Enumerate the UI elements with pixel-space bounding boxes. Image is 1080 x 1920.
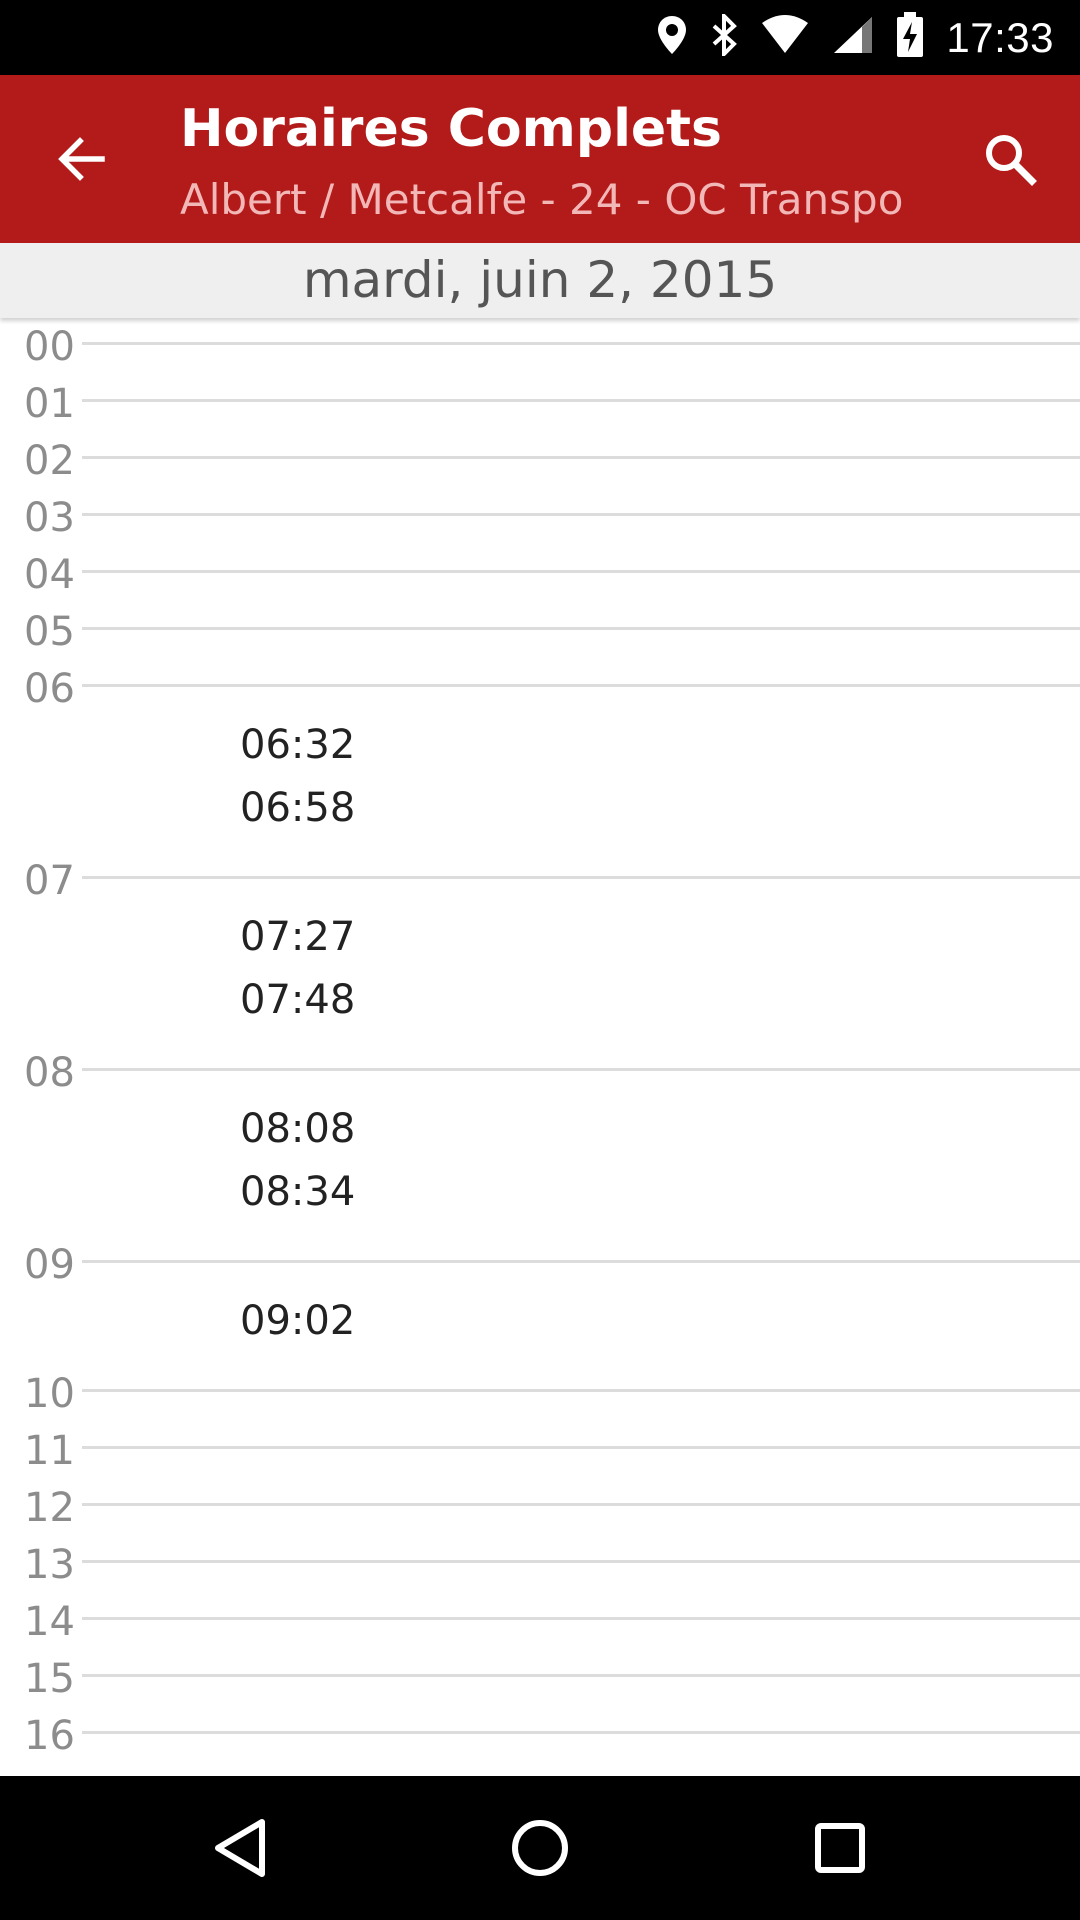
nav-home-button[interactable]: [498, 1806, 582, 1890]
location-icon: [656, 14, 688, 61]
departure-time[interactable]: 08:34: [240, 1169, 355, 1215]
departure-time[interactable]: 07:27: [240, 914, 355, 960]
departure-time[interactable]: 06:58: [240, 785, 355, 831]
departure-time[interactable]: 06:32: [240, 722, 355, 768]
hour-divider: [82, 1731, 1080, 1734]
hour-label: 04: [24, 552, 75, 598]
departure-time[interactable]: 09:02: [240, 1298, 355, 1344]
hour-divider: [82, 1674, 1080, 1677]
hour-row: 09: [0, 1236, 1080, 1293]
hour-row: 16: [0, 1707, 1080, 1764]
search-icon: [986, 135, 1037, 186]
departure-time[interactable]: 07:48: [240, 977, 355, 1023]
hour-label: 05: [24, 609, 75, 655]
hour-divider: [82, 1560, 1080, 1563]
hour-label: 15: [24, 1656, 75, 1702]
hour-label: 06: [24, 666, 75, 712]
hour-label: 00: [24, 324, 75, 370]
hour-row: 10: [0, 1365, 1080, 1422]
nav-recents-button[interactable]: [798, 1806, 882, 1890]
status-bar: 17:33: [0, 0, 1080, 75]
hour-row: 08: [0, 1044, 1080, 1101]
bluetooth-icon: [710, 11, 738, 61]
hour-label: 11: [24, 1428, 75, 1474]
hour-row: 13: [0, 1536, 1080, 1593]
hour-label: 08: [24, 1050, 75, 1096]
hour-label: 14: [24, 1599, 75, 1645]
hour-row: 12: [0, 1479, 1080, 1536]
signal-icon: [832, 15, 874, 60]
hour-divider: [82, 1503, 1080, 1506]
hour-divider: [82, 513, 1080, 516]
hour-divider: [82, 684, 1080, 687]
hour-label: 13: [24, 1542, 75, 1588]
hour-label: 16: [24, 1713, 75, 1759]
hour-row: 04: [0, 546, 1080, 603]
hour-divider: [82, 456, 1080, 459]
app-bar: Horaires Complets Albert / Metcalfe - 24…: [0, 75, 1080, 243]
hour-divider: [82, 1446, 1080, 1449]
hour-row: 14: [0, 1593, 1080, 1650]
home-circle-icon: [512, 1820, 568, 1876]
hour-row: 15: [0, 1650, 1080, 1707]
hour-row: 17: [0, 1764, 1080, 1776]
back-triangle-icon: [215, 1819, 265, 1877]
hour-label: 03: [24, 495, 75, 541]
hour-label: 01: [24, 381, 75, 427]
hour-label: 12: [24, 1485, 75, 1531]
back-button[interactable]: [50, 127, 114, 191]
hour-row: 01: [0, 375, 1080, 432]
recents-square-icon: [815, 1823, 865, 1873]
hour-label: 02: [24, 438, 75, 484]
hour-row: 03: [0, 489, 1080, 546]
navigation-bar: [0, 1776, 1080, 1920]
departure-time[interactable]: 08:08: [240, 1106, 355, 1152]
status-time: 17:33: [946, 13, 1054, 61]
hour-label: 09: [24, 1242, 75, 1288]
hour-divider: [82, 876, 1080, 879]
hour-divider: [82, 1260, 1080, 1263]
arrow-left-icon: [58, 137, 105, 181]
schedule-list[interactable]: 00 01 02 03 04 05 06 06:32 06:58 07 07:27 07:48 08 08…: [0, 318, 1080, 1776]
hour-row: 06: [0, 660, 1080, 717]
page-subtitle: Albert / Metcalfe - 24 - OC Transpo: [180, 175, 904, 224]
search-button[interactable]: [978, 127, 1042, 191]
hour-divider: [82, 399, 1080, 402]
hour-row: 11: [0, 1422, 1080, 1479]
hour-row: 00: [0, 318, 1080, 375]
hour-divider: [82, 342, 1080, 345]
hour-label: 07: [24, 858, 75, 904]
hour-divider: [82, 570, 1080, 573]
hour-row: 07: [0, 852, 1080, 909]
wifi-icon: [760, 15, 810, 60]
hour-divider: [82, 627, 1080, 630]
nav-back-button[interactable]: [198, 1806, 282, 1890]
hour-row: 02: [0, 432, 1080, 489]
date-header: mardi, juin 2, 2015: [0, 243, 1080, 318]
hour-divider: [82, 1068, 1080, 1071]
battery-charging-icon: [896, 12, 924, 63]
hour-divider: [82, 1617, 1080, 1620]
page-title: Horaires Complets: [180, 99, 722, 159]
hour-label: 10: [24, 1371, 75, 1417]
hour-row: 05: [0, 603, 1080, 660]
hour-divider: [82, 1389, 1080, 1392]
title-block: Horaires Complets Albert / Metcalfe - 24…: [180, 93, 903, 221]
